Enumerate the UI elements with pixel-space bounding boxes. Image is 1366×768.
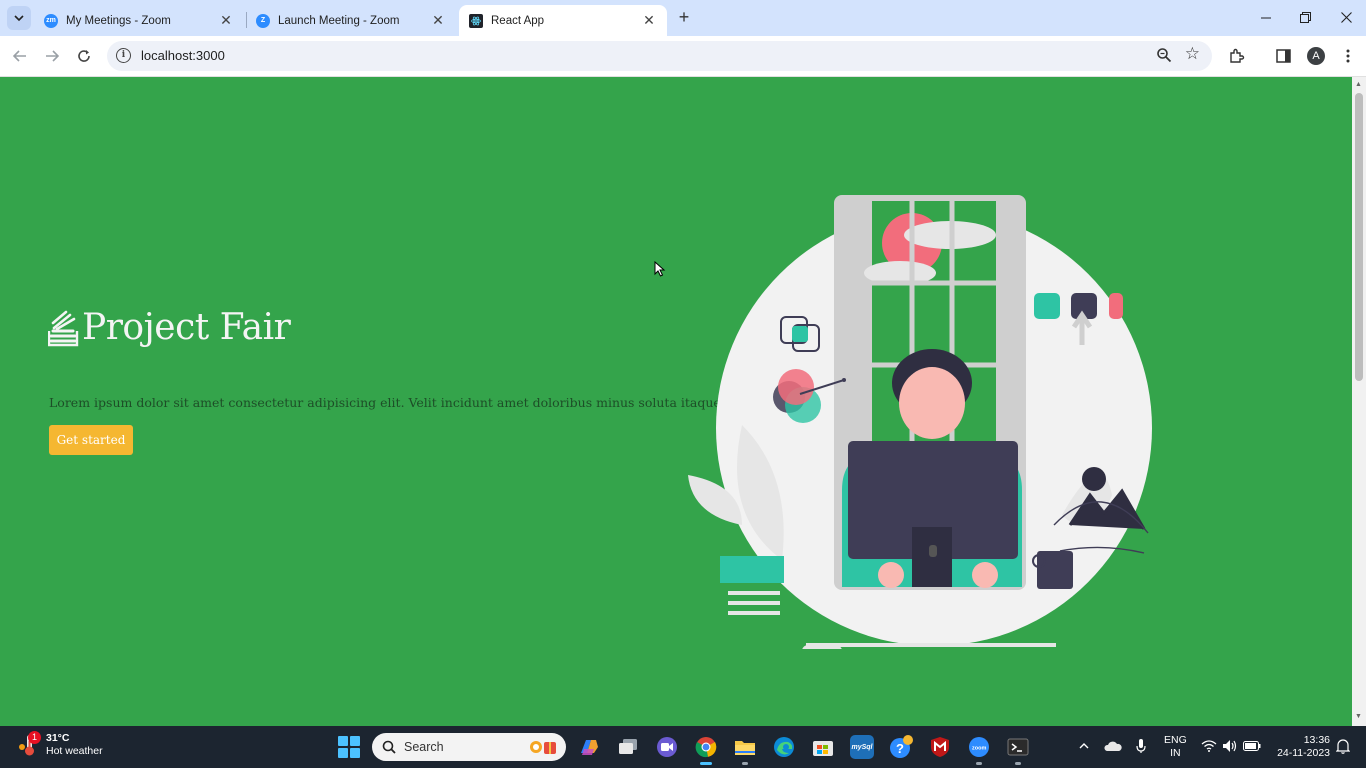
microphone-icon[interactable] — [1133, 735, 1149, 757]
profile-button[interactable]: A — [1305, 45, 1327, 67]
chevron-down-icon — [14, 15, 24, 22]
weather-alert-badge: 1 — [28, 731, 41, 744]
svg-text:zoom: zoom — [972, 746, 986, 752]
tab-my-meetings[interactable]: zm My Meetings - Zoom ✕ — [34, 5, 244, 36]
search-icon — [382, 740, 396, 754]
hero-description: Lorem ipsum dolor sit amet consectetur a… — [49, 395, 721, 410]
search-label: Search — [404, 740, 444, 754]
side-panel-button[interactable] — [1272, 45, 1294, 67]
get-started-button[interactable]: Get started — [49, 425, 133, 455]
avatar: A — [1307, 47, 1325, 65]
show-hidden-icons-button[interactable] — [1076, 735, 1092, 757]
language-code: ENG — [1164, 734, 1187, 746]
tab-launch-meeting[interactable]: Z Launch Meeting - Zoom ✕ — [246, 5, 456, 36]
tab-react-app[interactable]: React App ✕ — [459, 5, 667, 36]
weather-widget[interactable]: 1 31°C Hot weather — [18, 731, 103, 758]
volume-icon[interactable] — [1221, 735, 1239, 757]
clock-date: 24-11-2023 — [1277, 747, 1330, 759]
stack-logo-icon — [48, 310, 79, 346]
zoom-icon[interactable]: zoom — [967, 735, 991, 765]
tab-title: Launch Meeting - Zoom — [278, 14, 400, 27]
side-panel-icon — [1275, 49, 1291, 63]
start-button[interactable] — [338, 736, 360, 758]
chrome-icon[interactable] — [694, 735, 718, 765]
close-icon[interactable]: ✕ — [430, 12, 446, 29]
reload-button[interactable] — [73, 45, 95, 67]
close-window-button[interactable] — [1332, 6, 1360, 30]
bookmark-star-icon[interactable]: ☆ — [1185, 44, 1200, 64]
weather-temperature: 31°C — [46, 732, 70, 744]
chevron-up-icon — [1079, 743, 1089, 749]
brand-name: Project Fair — [82, 307, 291, 348]
tab-search-button[interactable] — [7, 6, 31, 30]
zoom-icon: zm — [44, 13, 58, 28]
close-icon[interactable]: ✕ — [641, 12, 657, 29]
restore-button[interactable] — [1291, 6, 1319, 30]
restore-icon — [1299, 12, 1311, 23]
brand-heading: Project Fair — [48, 307, 291, 348]
store-icon[interactable] — [811, 735, 835, 759]
back-button[interactable] — [9, 45, 31, 67]
weather-condition: Hot weather — [46, 745, 103, 757]
url-text[interactable]: localhost:3000 — [141, 48, 225, 63]
react-icon — [469, 13, 483, 28]
task-view-icon[interactable] — [616, 735, 640, 759]
arrow-left-icon — [13, 50, 26, 62]
battery-icon[interactable] — [1242, 735, 1262, 757]
close-icon — [1340, 12, 1352, 23]
terminal-icon[interactable] — [1006, 735, 1030, 765]
mcafee-icon[interactable] — [928, 735, 952, 759]
chrome-menu-button[interactable] — [1337, 45, 1359, 67]
zoom-lens-icon[interactable] — [1156, 47, 1172, 68]
developer-illustration — [688, 195, 1152, 649]
scroll-up-icon[interactable]: ▲ — [1355, 81, 1362, 88]
taskbar-search[interactable]: Search — [372, 733, 566, 761]
address-bar[interactable]: i localhost:3000 ☆ — [107, 41, 1212, 71]
thermometer-icon: 1 — [18, 731, 41, 757]
notifications-button[interactable] — [1334, 735, 1352, 757]
arrow-right-icon — [46, 50, 59, 62]
tab-title: React App — [491, 14, 545, 27]
help-icon[interactable]: ? — [889, 735, 913, 759]
kebab-menu-icon — [1346, 49, 1350, 63]
zoom-icon: Z — [256, 13, 270, 28]
scroll-down-icon[interactable]: ▼ — [1355, 713, 1362, 720]
copilot-icon[interactable] — [577, 735, 601, 759]
extensions-button[interactable] — [1226, 45, 1248, 67]
system-clock[interactable]: 13:36 24-11-2023 — [1272, 734, 1330, 760]
new-tab-button[interactable]: + — [674, 7, 694, 27]
browser-toolbar: i localhost:3000 ☆ A — [0, 36, 1366, 77]
tab-title: My Meetings - Zoom — [66, 14, 171, 27]
file-explorer-icon[interactable] — [733, 735, 757, 765]
reload-icon — [78, 50, 90, 62]
svg-text:?: ? — [896, 741, 904, 756]
minimize-icon — [1261, 17, 1271, 19]
close-icon[interactable]: ✕ — [218, 12, 234, 29]
language-indicator[interactable]: ENG IN — [1164, 734, 1187, 760]
site-info-icon[interactable]: i — [116, 48, 131, 63]
edge-icon[interactable] — [772, 735, 796, 759]
mysql-icon[interactable]: mySql — [850, 735, 874, 759]
forward-button[interactable] — [41, 45, 63, 67]
puzzle-icon — [1230, 48, 1245, 63]
page-scrollbar[interactable]: ▲ ▼ — [1352, 77, 1366, 726]
clock-time: 13:36 — [1303, 734, 1330, 746]
wifi-icon[interactable] — [1200, 735, 1218, 757]
minimize-button[interactable] — [1252, 6, 1280, 30]
onedrive-icon[interactable] — [1102, 735, 1124, 757]
tab-strip: zm My Meetings - Zoom ✕ Z Launch Meeting… — [0, 0, 1366, 36]
page-viewport: Project Fair Lorem ipsum dolor sit amet … — [0, 77, 1352, 726]
scrollbar-thumb[interactable] — [1355, 93, 1363, 381]
meet-icon[interactable] — [655, 735, 679, 759]
region-code: IN — [1170, 747, 1181, 759]
windows-taskbar: 1 31°C Hot weather Search mySql ? zoom E… — [0, 726, 1366, 768]
search-highlight-icon — [530, 741, 556, 754]
bell-icon — [1336, 739, 1350, 754]
mouse-pointer-icon — [654, 261, 666, 277]
